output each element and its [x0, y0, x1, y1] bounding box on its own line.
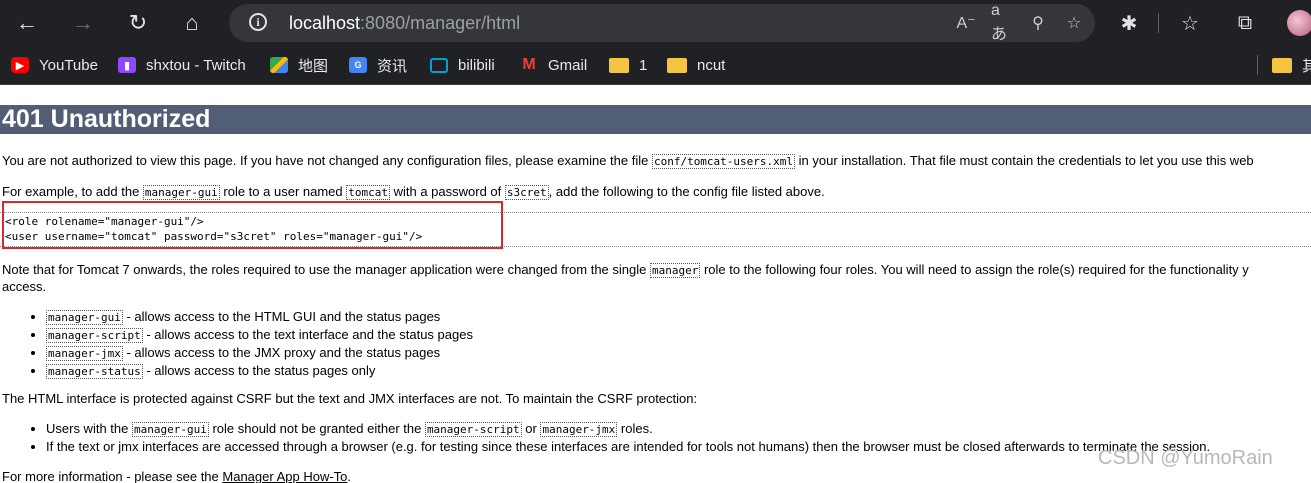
text: You are not authorized to view this page…	[2, 153, 652, 168]
text: with a password of	[390, 184, 505, 199]
bookmark-twitch[interactable]: ▮ shxtou - Twitch	[118, 54, 246, 76]
folder-icon	[667, 57, 687, 73]
bookmark-label: 资讯	[377, 57, 408, 75]
list-item: manager-script - allows access to the te…	[46, 326, 473, 344]
roles-list: manager-gui - allows access to the HTML …	[28, 308, 473, 380]
role-code: manager-jmx	[46, 346, 123, 361]
page-content: 401 Unauthorized You are not authorized …	[0, 85, 1311, 483]
text: role should not be granted either the	[208, 421, 425, 436]
bilibili-icon	[430, 57, 448, 73]
add-favorite-icon[interactable]: ☆	[1063, 10, 1085, 36]
bookmark-youtube[interactable]: ▶ YouTube	[11, 54, 98, 76]
refresh-icon[interactable]: ↻	[123, 8, 153, 38]
bookmark-label: 1	[639, 56, 648, 74]
text: Note that for Tomcat 7 onwards, the role…	[2, 262, 650, 277]
bookmark-label: Gmail	[548, 56, 588, 74]
gmail-icon: M	[522, 56, 536, 73]
list-item: Users with the manager-gui role should n…	[46, 420, 1210, 438]
address-bar[interactable]: i localhost:8080/manager/html A⁻ aあ ⚲ ☆	[229, 2, 1095, 43]
roles-note-continuation: access.	[2, 279, 47, 294]
role-code: manager-script	[46, 328, 143, 343]
bookmark-label: ncut	[697, 56, 726, 74]
bookmark-label: bilibili	[458, 56, 495, 74]
folder-icon	[1272, 57, 1292, 73]
text: Users with the	[46, 421, 132, 436]
home-icon[interactable]: ⌂	[177, 8, 207, 38]
role-description: - allows access to the JMX proxy and the…	[122, 345, 441, 360]
site-info-icon[interactable]: i	[249, 13, 267, 31]
role-code: manager-gui	[46, 310, 123, 325]
role-code: manager-gui	[131, 422, 209, 437]
example-paragraph: For example, to add the manager-gui role…	[2, 183, 825, 201]
bookmarks-bar: ▶ YouTube ▮ shxtou - Twitch 地图 G 资讯 bili…	[0, 46, 1311, 85]
twitch-icon: ▮	[118, 57, 136, 73]
zoom-out-icon[interactable]: ⚲	[1027, 10, 1049, 36]
csdn-watermark: CSDN @YumoRain	[1098, 447, 1273, 469]
url-host: localhost	[289, 13, 361, 33]
bookmark-label: YouTube	[39, 56, 98, 74]
bookmark-gmail[interactable]: M Gmail	[520, 54, 587, 76]
news-icon: G	[349, 57, 367, 73]
bookmark-folder-other[interactable]: 其	[1272, 54, 1311, 76]
url-path: :8080/manager/html	[360, 13, 521, 33]
bookmark-maps[interactable]: 地图	[270, 54, 328, 76]
bookmark-folder-1[interactable]: 1	[609, 54, 647, 76]
youtube-icon: ▶	[11, 57, 29, 73]
browser-toolbar: ← → ↻ ⌂ i localhost:8080/manager/html A⁻…	[0, 0, 1311, 46]
unauthorized-paragraph: You are not authorized to view this page…	[2, 152, 1254, 170]
page-title: 401 Unauthorized	[0, 105, 1311, 134]
bookmark-news[interactable]: G 资讯	[349, 54, 407, 76]
role-code: manager-jmx	[540, 422, 618, 437]
read-aloud-icon[interactable]: A⁻	[955, 10, 977, 36]
text: role to a user named	[219, 184, 347, 199]
folder-icon	[609, 57, 629, 73]
maps-icon	[270, 57, 288, 73]
bookmark-label: 其	[1302, 57, 1311, 75]
role-code: manager-script	[424, 422, 522, 437]
text: roles.	[617, 421, 653, 436]
text: role to the following four roles. You wi…	[700, 262, 1249, 277]
toolbar-divider	[1158, 13, 1159, 33]
text: .	[347, 469, 352, 483]
bookmark-folder-ncut[interactable]: ncut	[667, 54, 725, 76]
url-text[interactable]: localhost:8080/manager/html	[289, 13, 520, 34]
manager-role-code: manager	[649, 263, 701, 278]
manager-howto-link[interactable]: Manager App How-To	[222, 469, 347, 483]
forward-arrow-icon[interactable]: →	[68, 8, 98, 38]
profile-avatar[interactable]	[1287, 10, 1311, 36]
role-description: - allows access to the status pages only	[142, 363, 376, 378]
password-code: s3cret	[504, 185, 549, 200]
list-item: manager-status - allows access to the st…	[46, 362, 473, 380]
role-description: - allows access to the HTML GUI and the …	[122, 309, 441, 324]
collections-icon[interactable]: ⧉	[1230, 8, 1260, 38]
role-description: - allows access to the text interface an…	[142, 327, 473, 342]
csrf-list: Users with the manager-gui role should n…	[28, 420, 1210, 455]
bookmark-label: 地图	[298, 57, 329, 75]
config-file-code: conf/tomcat-users.xml	[651, 154, 796, 169]
more-info-paragraph: For more information - please see the Ma…	[2, 468, 351, 483]
bookmark-label: shxtou - Twitch	[146, 56, 246, 74]
text: in your installation. That file must con…	[795, 153, 1254, 168]
text: For example, to add the	[2, 184, 143, 199]
text: , add the following to the config file l…	[548, 184, 825, 199]
extensions-icon[interactable]: ✱	[1114, 8, 1144, 38]
role-code: manager-status	[46, 364, 143, 379]
role-code: manager-gui	[142, 185, 220, 200]
text: For more information - please see the	[2, 469, 223, 483]
bookmark-bilibili[interactable]: bilibili	[430, 54, 495, 76]
favorites-icon[interactable]: ☆	[1175, 8, 1205, 38]
bookmarks-divider	[1257, 55, 1258, 75]
username-code: tomcat	[346, 185, 390, 200]
back-arrow-icon[interactable]: ←	[12, 8, 42, 38]
csrf-paragraph: The HTML interface is protected against …	[2, 391, 698, 406]
list-item: manager-jmx - allows access to the JMX p…	[46, 344, 473, 362]
list-item: If the text or jmx interfaces are access…	[46, 438, 1210, 455]
translate-icon[interactable]: aあ	[991, 2, 1013, 43]
highlight-annotation	[2, 201, 503, 249]
list-item: manager-gui - allows access to the HTML …	[46, 308, 473, 326]
text: or	[521, 421, 541, 436]
roles-note-paragraph: Note that for Tomcat 7 onwards, the role…	[2, 261, 1249, 279]
